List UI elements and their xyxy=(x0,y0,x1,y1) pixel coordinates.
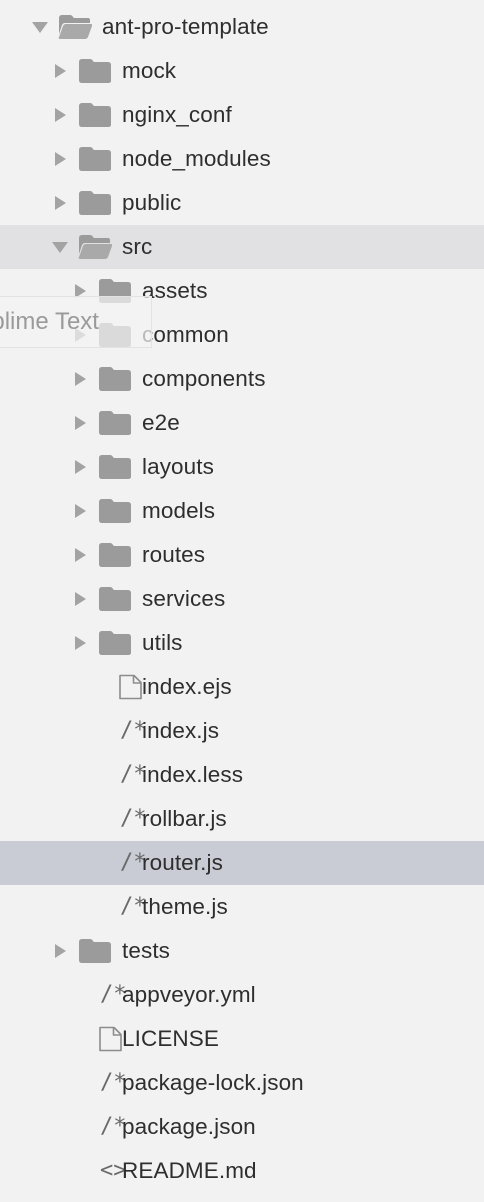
folder-label: models xyxy=(142,498,216,523)
folder-row-layouts[interactable]: layouts xyxy=(0,445,484,489)
folder-open-icon xyxy=(78,234,113,260)
disclosure-collapsed-icon[interactable] xyxy=(71,546,89,564)
folder-label: components xyxy=(142,366,266,391)
disclosure-expanded-icon[interactable] xyxy=(31,18,49,36)
folder-row-mock[interactable]: mock xyxy=(0,49,484,93)
folder-row-services[interactable]: services xyxy=(0,577,484,621)
folder-label: utils xyxy=(142,630,183,655)
folder-row-public[interactable]: public xyxy=(0,181,484,225)
file-row-package-json[interactable]: /* package.json xyxy=(0,1105,484,1149)
disclosure-collapsed-icon[interactable] xyxy=(71,590,89,608)
folder-icon xyxy=(78,102,112,128)
file-label: package-lock.json xyxy=(122,1070,304,1095)
folder-label: ant-pro-template xyxy=(102,14,269,39)
disclosure-expanded-icon[interactable] xyxy=(51,238,69,256)
folder-icon xyxy=(98,630,132,656)
file-row-router-js[interactable]: /* router.js xyxy=(0,841,484,885)
folder-row-nginx-conf[interactable]: nginx_conf xyxy=(0,93,484,137)
folder-icon xyxy=(98,366,132,392)
folder-row-src[interactable]: src xyxy=(0,225,484,269)
tooltip-text: Sublime Text xyxy=(0,308,99,335)
file-label: rollbar.js xyxy=(142,806,227,831)
folder-label: src xyxy=(122,234,153,259)
disclosure-collapsed-icon[interactable] xyxy=(51,106,69,124)
file-row-license[interactable]: LICENSE xyxy=(0,1017,484,1061)
file-label: LICENSE xyxy=(122,1026,219,1051)
folder-row-models[interactable]: models xyxy=(0,489,484,533)
folder-label: common xyxy=(142,322,229,347)
folder-label: e2e xyxy=(142,410,180,435)
folder-row-e2e[interactable]: e2e xyxy=(0,401,484,445)
file-label: router.js xyxy=(142,850,223,875)
file-row-package-lock-json[interactable]: /* package-lock.json xyxy=(0,1061,484,1105)
file-label: appveyor.yml xyxy=(122,982,256,1007)
file-label: theme.js xyxy=(142,894,228,919)
file-label: README.md xyxy=(122,1158,257,1183)
disclosure-collapsed-icon[interactable] xyxy=(51,150,69,168)
folder-row-ant-pro-template[interactable]: ant-pro-template xyxy=(0,5,484,49)
folder-row-utils[interactable]: utils xyxy=(0,621,484,665)
folder-label: mock xyxy=(122,58,177,83)
disclosure-collapsed-icon[interactable] xyxy=(71,634,89,652)
sidebar-file-tree: ant-pro-template mock nginx_conf node_modul… xyxy=(0,5,484,1193)
file-label: index.less xyxy=(142,762,244,787)
file-label: index.js xyxy=(142,718,220,743)
disclosure-collapsed-icon[interactable] xyxy=(51,194,69,212)
folder-icon xyxy=(78,58,112,84)
tooltip: Sublime Text xyxy=(0,296,152,348)
file-row-index-less[interactable]: /* index.less xyxy=(0,753,484,797)
folder-label: routes xyxy=(142,542,206,567)
file-label: package.json xyxy=(122,1114,256,1139)
disclosure-collapsed-icon[interactable] xyxy=(51,942,69,960)
folder-icon xyxy=(98,586,132,612)
disclosure-collapsed-icon[interactable] xyxy=(71,458,89,476)
file-row-theme-js[interactable]: /* theme.js xyxy=(0,885,484,929)
folder-row-components[interactable]: components xyxy=(0,357,484,401)
folder-label: tests xyxy=(122,938,171,963)
folder-label: services xyxy=(142,586,226,611)
file-row-readme-md[interactable]: <> README.md xyxy=(0,1149,484,1193)
folder-icon xyxy=(98,454,132,480)
folder-icon xyxy=(78,190,112,216)
folder-row-routes[interactable]: routes xyxy=(0,533,484,577)
folder-label: node_modules xyxy=(122,146,271,171)
disclosure-collapsed-icon[interactable] xyxy=(51,62,69,80)
folder-icon xyxy=(78,938,112,964)
file-row-appveyor-yml[interactable]: /* appveyor.yml xyxy=(0,973,484,1017)
file-row-index-js[interactable]: /* index.js xyxy=(0,709,484,753)
disclosure-collapsed-icon[interactable] xyxy=(71,502,89,520)
file-row-index-ejs[interactable]: index.ejs xyxy=(0,665,484,709)
folder-icon xyxy=(98,542,132,568)
file-row-rollbar-js[interactable]: /* rollbar.js xyxy=(0,797,484,841)
folder-row-node-modules[interactable]: node_modules xyxy=(0,137,484,181)
folder-label: public xyxy=(122,190,182,215)
folder-open-icon xyxy=(58,14,93,40)
folder-icon xyxy=(98,410,132,436)
folder-label: nginx_conf xyxy=(122,102,232,127)
folder-icon xyxy=(98,498,132,524)
disclosure-collapsed-icon[interactable] xyxy=(71,414,89,432)
folder-label: layouts xyxy=(142,454,214,479)
folder-icon xyxy=(78,146,112,172)
disclosure-collapsed-icon[interactable] xyxy=(71,370,89,388)
file-label: index.ejs xyxy=(142,674,232,699)
folder-row-tests[interactable]: tests xyxy=(0,929,484,973)
